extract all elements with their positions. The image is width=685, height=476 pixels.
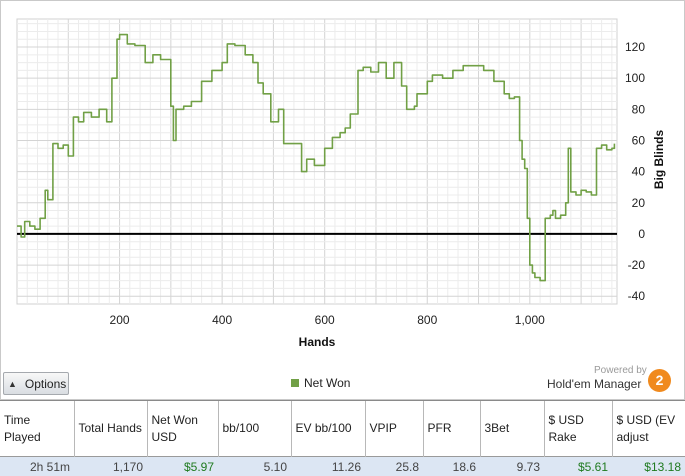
cell-3bet: 9.73: [480, 456, 544, 476]
brand-name: Hold'em Manager: [547, 377, 642, 391]
x-tick-label: 1,000: [515, 313, 545, 327]
x-tick-label: 800: [417, 313, 437, 327]
y-tick-label: 60: [632, 133, 646, 147]
triangle-up-icon: ▲: [8, 378, 17, 389]
cell-rake: $5.61: [544, 456, 612, 476]
y-tick-label: 100: [625, 71, 645, 85]
y-axis-title: Big Blinds: [652, 130, 666, 190]
col-header-bb100[interactable]: bb/100: [217, 400, 291, 457]
legend-label: Net Won: [304, 376, 351, 390]
y-tick-label: 20: [632, 196, 646, 210]
stats-header-row: Time Played Total Hands Net Won USD bb/1…: [0, 400, 685, 457]
col-header-3bet[interactable]: 3Bet: [479, 400, 544, 457]
x-tick-label: 400: [212, 313, 232, 327]
y-tick-label: 120: [625, 40, 645, 54]
col-header-vpip[interactable]: VPIP: [364, 400, 423, 457]
cell-total-hands: 1,170: [74, 456, 147, 476]
powered-by-text: Powered by: [594, 365, 647, 376]
brand-badge-icon: 2: [648, 369, 671, 392]
cell-net-won: $5.97: [147, 456, 218, 476]
cell-ev-bb100: 11.26: [291, 456, 365, 476]
stats-row[interactable]: 2h 51m 1,170 $5.97 5.10 11.26 25.8 18.6 …: [0, 456, 685, 476]
cell-time-played: 2h 51m: [0, 456, 74, 476]
stats-table: Time Played Total Hands Net Won USD bb/1…: [0, 400, 685, 476]
chart-panel: -40 -20 0 20 40 60 80 100 120 200 400 600 800 1,000 Ha…: [0, 0, 685, 400]
x-axis-title: Hands: [299, 335, 336, 349]
chart-legend: Net Won: [291, 376, 350, 390]
x-tick-label: 200: [110, 313, 130, 327]
col-header-total-hands[interactable]: Total Hands: [73, 400, 147, 457]
col-header-pfr[interactable]: PFR: [422, 400, 480, 457]
options-label: Options: [24, 376, 67, 391]
cell-vpip: 25.8: [365, 456, 423, 476]
col-header-rake[interactable]: $ USD Rake: [543, 400, 612, 457]
cell-bb100: 5.10: [218, 456, 291, 476]
y-tick-label: -40: [628, 289, 646, 303]
y-tick-label: 0: [638, 227, 645, 241]
col-header-net-won[interactable]: Net Won USD: [146, 400, 218, 457]
col-header-ev-bb100[interactable]: EV bb/100: [290, 400, 365, 457]
plot-area: [16, 18, 618, 305]
y-tick-label: 80: [632, 102, 646, 116]
net-won-chart: -40 -20 0 20 40 60 80 100 120 200 400 600 800 1,000 Ha…: [16, 18, 666, 349]
cell-pfr: 18.6: [423, 456, 480, 476]
cell-ev-adjusted: $13.18: [612, 456, 685, 476]
options-button[interactable]: ▲ Options: [3, 372, 69, 395]
col-header-ev-adjusted[interactable]: $ USD (EV adjust: [611, 400, 685, 457]
legend-swatch: [291, 379, 299, 387]
col-header-time-played[interactable]: Time Played: [0, 400, 74, 457]
x-tick-label: 600: [315, 313, 335, 327]
y-tick-label: -20: [628, 258, 646, 272]
branding: Powered by Hold'em Manager 2: [547, 363, 671, 397]
y-tick-label: 40: [632, 165, 646, 179]
